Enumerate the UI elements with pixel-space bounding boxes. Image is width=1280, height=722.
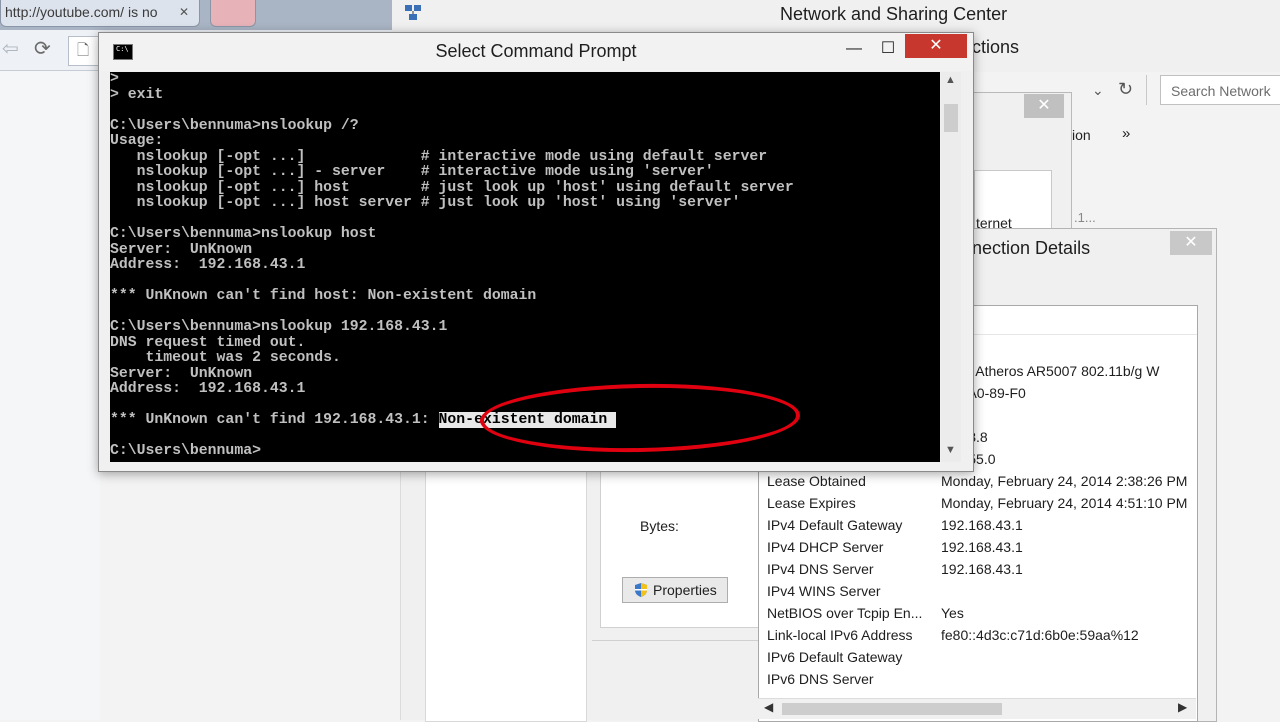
close-icon[interactable]: ✕	[1024, 94, 1064, 118]
value-cell: Yes	[941, 605, 964, 621]
scroll-up-icon[interactable]: ▲	[945, 74, 956, 86]
console-history: > > exit C:\Users\bennuma>nslookup /? Us…	[110, 72, 794, 397]
minimize-button[interactable]: —	[839, 38, 869, 60]
reload-icon[interactable]: ⟳	[34, 36, 51, 61]
value-cell: Monday, February 24, 2014 4:51:10 PM	[941, 495, 1188, 511]
connections-title: ctions	[972, 37, 1020, 57]
console-line: Server: UnKnown	[110, 365, 253, 382]
search-input[interactable]: Search Network	[1160, 75, 1280, 105]
console-line: C:\Users\bennuma>nslookup 192.168.43.1	[110, 319, 448, 335]
browser-tab[interactable]: http://youtube.com/ is no ✕	[0, 0, 200, 27]
truncated-value: .1...	[1074, 210, 1096, 225]
network-icon	[405, 5, 421, 20]
activity-group	[600, 466, 760, 628]
table-row[interactable]: Lease Obtained Monday, February 24, 2014 …	[759, 470, 1197, 492]
console-line: Address: 192.168.43.1	[110, 381, 306, 397]
wifi-status-footer	[592, 640, 758, 721]
scroll-down-icon[interactable]: ▼	[945, 444, 956, 456]
property-cell: IPv6 DNS Server	[767, 671, 874, 687]
vertical-scrollbar[interactable]: ▲ ▼	[941, 72, 961, 462]
console-line: >	[110, 72, 119, 87]
console-line: timeout was 2 seconds.	[110, 350, 341, 366]
close-button[interactable]: ✕	[905, 34, 967, 58]
divider	[1146, 75, 1147, 105]
browser-tab-bar: http://youtube.com/ is no ✕	[0, 0, 392, 30]
value-cell: fe80::4d3c:c71d:6b0e:59aa%12	[941, 627, 1139, 643]
browser-tab-label: http://youtube.com/ is no	[5, 4, 158, 20]
table-row[interactable]: IPv6 Default Gateway	[759, 646, 1197, 668]
table-row[interactable]: NetBIOS over Tcpip En... Yes	[759, 602, 1197, 624]
table-row[interactable]: IPv4 Default Gateway 192.168.43.1	[759, 514, 1197, 536]
console-line: Usage:	[110, 133, 164, 149]
table-row[interactable]: IPv4 WINS Server	[759, 580, 1197, 602]
nsc-title: Network and Sharing Center	[780, 4, 1008, 24]
console-line: Server: UnKnown	[110, 241, 253, 258]
browser-content	[0, 71, 100, 720]
console-line: nslookup [-opt ...] host # just look up …	[110, 179, 794, 196]
property-cell: NetBIOS over Tcpip En...	[767, 605, 923, 621]
table-row[interactable]: Lease Expires Monday, February 24, 2014 4…	[759, 492, 1197, 514]
value-cell: 192.168.43.1	[941, 561, 1023, 577]
scroll-right-icon[interactable]: ▶	[1178, 700, 1187, 714]
property-cell: Link-local IPv6 Address	[767, 627, 913, 643]
table-row[interactable]: IPv4 DNS Server 192.168.43.1	[759, 558, 1197, 580]
console-line: nslookup [-opt ...] - server # interacti…	[110, 164, 714, 180]
property-cell: IPv4 DNS Server	[767, 561, 874, 577]
table-row[interactable]: IPv6 DNS Server	[759, 668, 1197, 690]
close-icon[interactable]: ✕	[1170, 231, 1212, 255]
value-cell: Monday, February 24, 2014 2:38:26 PM	[941, 473, 1188, 489]
shield-icon	[635, 583, 647, 597]
property-cell: Lease Obtained	[767, 473, 866, 489]
console-line: nslookup [-opt ...] # interactive mode u…	[110, 148, 768, 165]
property-cell: IPv6 Default Gateway	[767, 649, 903, 665]
console-error-text: *** UnKnown can't find 192.168.43.1:	[110, 412, 439, 428]
horizontal-scrollbar[interactable]: ◀ ▶	[758, 698, 1196, 719]
property-cell: IPv4 DHCP Server	[767, 539, 884, 555]
maximize-button[interactable]: ☐	[873, 38, 903, 60]
properties-button[interactable]: Properties	[622, 577, 728, 603]
page-icon: 🗋	[77, 42, 90, 59]
property-cell: IPv4 WINS Server	[767, 583, 881, 599]
value-cell: 192.168.43.1	[941, 539, 1023, 555]
console-line: C:\Users\bennuma>nslookup host	[110, 226, 377, 242]
connection-details-title: nection Details	[972, 238, 1091, 258]
property-cell: IPv4 Default Gateway	[767, 517, 903, 533]
close-icon[interactable]: ✕	[179, 0, 189, 24]
browser-tab-new[interactable]	[210, 0, 256, 27]
scrollbar-thumb[interactable]	[782, 703, 1002, 715]
console-prompt[interactable]: C:\Users\bennuma>	[110, 443, 261, 459]
refresh-icon[interactable]: ↻	[1118, 79, 1133, 100]
chevron-down-icon[interactable]: ⌄	[1092, 82, 1104, 99]
console-line: nslookup [-opt ...] host server # just l…	[110, 195, 741, 211]
scrollbar-thumb[interactable]	[944, 104, 958, 132]
wifi-status-panel	[425, 466, 587, 722]
bytes-label: Bytes:	[640, 518, 679, 534]
table-row[interactable]: IPv4 DHCP Server 192.168.43.1	[759, 536, 1197, 558]
properties-label: Properties	[653, 582, 717, 598]
console-line: *** UnKnown can't find host: Non-existen…	[110, 288, 537, 304]
back-arrow-icon[interactable]: ⇦	[2, 36, 19, 61]
table-row[interactable]: Link-local IPv6 Address fe80::4d3c:c71d:6…	[759, 624, 1197, 646]
console-line: > exit	[110, 86, 164, 103]
scroll-left-icon[interactable]: ◀	[764, 700, 773, 714]
value-cell: 192.168.43.1	[941, 517, 1023, 533]
console-line: C:\Users\bennuma>nslookup /?	[110, 117, 359, 134]
property-cell: Lease Expires	[767, 495, 856, 511]
console-line: DNS request timed out.	[110, 334, 306, 351]
tab-label[interactable]: ion	[1072, 127, 1091, 143]
console-line: Address: 192.168.43.1	[110, 257, 306, 273]
more-icon[interactable]: »	[1122, 125, 1130, 142]
